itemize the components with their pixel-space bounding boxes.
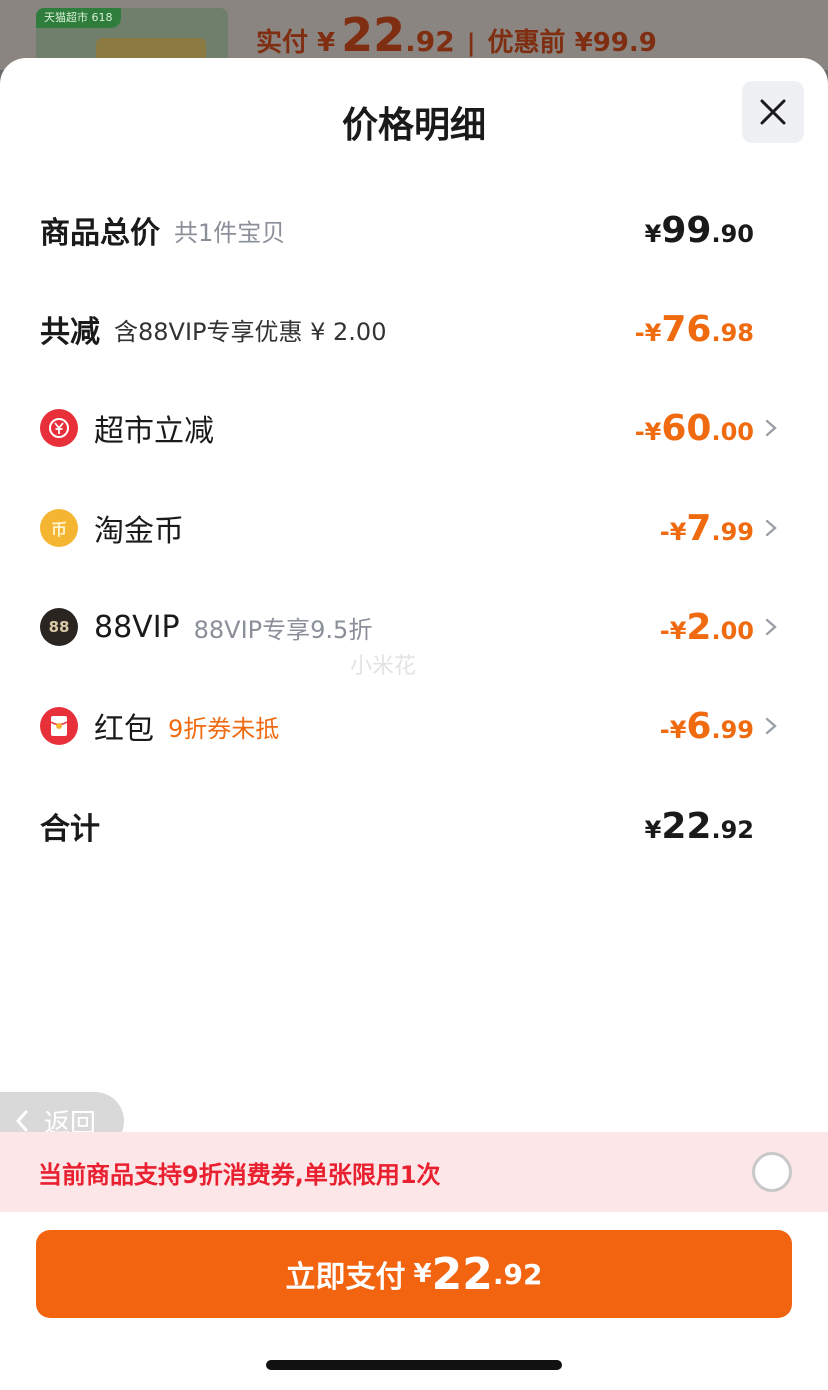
top-price-summary: 实付 ¥ 22 .92 | 优惠前 ¥99.9 [256, 8, 657, 62]
row-label: 商品总价 [40, 216, 160, 251]
currency: -¥ [634, 318, 662, 347]
row-sub: 共1件宝贝 [174, 218, 286, 247]
amount-int: 2 [686, 606, 712, 648]
amount-dec: .90 [711, 219, 754, 248]
row-label: 合计 [40, 812, 100, 847]
close-button[interactable] [742, 81, 804, 143]
chevron-right-icon [765, 717, 777, 735]
row-supermarket-discount[interactable]: 超市立减 -¥ 60 .00 [40, 398, 788, 458]
divider: | [466, 29, 476, 57]
amount-dec: .98 [711, 318, 754, 347]
currency: -¥ [659, 517, 687, 546]
vip-discount-amount: -¥ 2 .00 [660, 607, 754, 648]
pay-label: 立即支付 [285, 1260, 406, 1295]
amount-dec: .99 [711, 715, 754, 744]
amount-int: 99 [661, 209, 712, 251]
amount-int: 7 [686, 507, 712, 549]
chevron-right-icon [765, 419, 777, 437]
coupon-notice-text: 当前商品支持9折消费券,单张限用1次 [38, 1160, 441, 1189]
pay-currency: ¥ [413, 1259, 432, 1289]
currency: -¥ [659, 715, 687, 744]
amount-dec: .99 [711, 517, 754, 546]
vip-icon: 88 [40, 608, 78, 646]
amount-dec: .00 [711, 616, 754, 645]
amount-dec: .92 [711, 815, 754, 844]
sheet-title: 价格明细 [341, 105, 486, 146]
home-indicator [266, 1360, 562, 1370]
row-sub: 88VIP专享9.5折 [193, 615, 373, 644]
row-label: 超市立减 [94, 414, 214, 449]
reduction-amount: -¥ 76 .98 [635, 309, 754, 350]
chevron-right-icon [765, 618, 777, 636]
currency: -¥ [659, 616, 687, 645]
row-total-reduction: 共减 含88VIP专享优惠 ¥ 2.00 -¥ 76 .98 [40, 299, 788, 359]
original-price: 优惠前 ¥99.9 [487, 28, 657, 58]
amount-int: 76 [661, 308, 712, 350]
chevron-right-icon [765, 519, 777, 537]
row-grand-total: 合计 ¥ 22 .92 [40, 796, 788, 856]
grand-total-amount: ¥ 22 .92 [645, 806, 754, 847]
pay-now-button[interactable]: 立即支付 ¥ 22 .92 [36, 1230, 792, 1318]
paid-label: 实付 ¥ [256, 28, 336, 58]
row-goods-total: 商品总价 共1件宝贝 ¥ 99 .90 [40, 200, 788, 260]
amount-int: 22 [661, 805, 712, 847]
paid-dec: .92 [405, 25, 455, 58]
coin-icon: 币 [40, 509, 78, 547]
currency: -¥ [634, 417, 662, 446]
goods-total-amount: ¥ 99 .90 [645, 210, 754, 251]
row-taojinbi[interactable]: 币 淘金币 -¥ 7 .99 [40, 498, 788, 558]
chevron-left-icon [15, 1110, 28, 1132]
row-label: 淘金币 [94, 514, 184, 549]
tmall-supermarket-badge: 天猫超市 618 [36, 8, 121, 28]
row-sub: 含88VIP专享优惠 ¥ 2.00 [114, 317, 387, 346]
taojinbi-amount: -¥ 7 .99 [660, 508, 754, 549]
coupon-radio[interactable] [752, 1152, 792, 1192]
row-label: 共减 [40, 315, 100, 350]
paid-int: 22 [341, 8, 406, 62]
pay-int: 22 [431, 1248, 493, 1300]
currency: ¥ [644, 815, 662, 844]
amount-int: 6 [686, 705, 712, 747]
currency: ¥ [644, 219, 662, 248]
red-packet-amount: -¥ 6 .99 [660, 706, 754, 747]
coupon-notice-bar[interactable]: 当前商品支持9折消费券,单张限用1次 [0, 1132, 828, 1212]
row-label: 88VIP [94, 609, 180, 645]
yuan-icon [40, 409, 78, 447]
row-red-packet[interactable]: 红包 9折券未抵 -¥ 6 .99 [40, 696, 788, 756]
supermarket-discount-amount: -¥ 60 .00 [635, 408, 754, 449]
red-packet-icon [40, 707, 78, 745]
watermark: 小米花 [350, 654, 417, 679]
amount-dec: .00 [711, 417, 754, 446]
row-sub: 9折券未抵 [168, 714, 280, 743]
row-label: 红包 [94, 712, 154, 747]
pay-dec: .92 [492, 1257, 543, 1291]
close-icon [760, 99, 786, 125]
amount-int: 60 [661, 407, 712, 449]
